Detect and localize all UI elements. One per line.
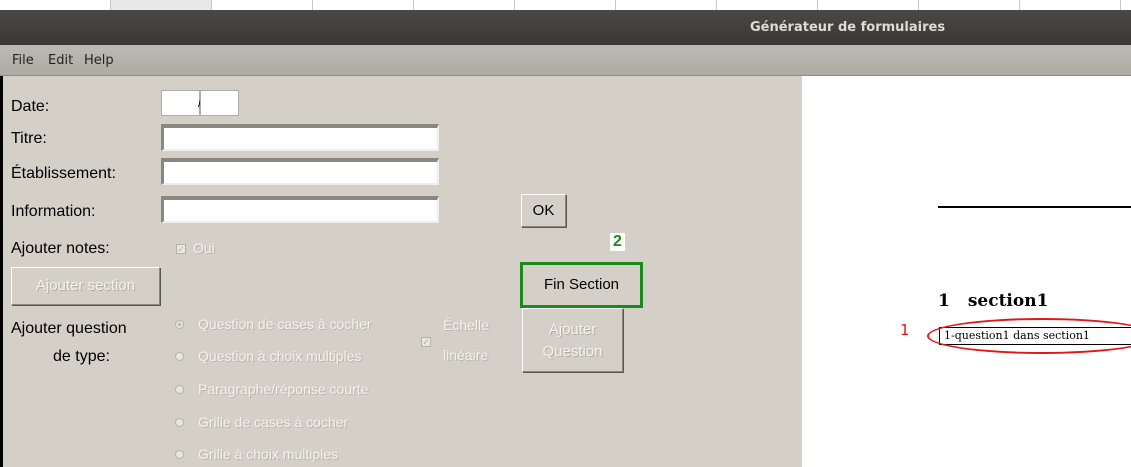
ajouter-question-label: Ajouter question — [11, 320, 127, 337]
radio-grille-choix[interactable] — [175, 450, 184, 459]
tab-slot[interactable] — [515, 0, 616, 10]
etablissement-label: Établissement: — [11, 165, 116, 182]
option-paragraphe: Paragraphe/réponse courte — [198, 381, 369, 397]
option-grille-cases: Grille de cases à cocher — [198, 414, 349, 430]
information-label: Information: — [11, 203, 96, 220]
date-label: Date: — [11, 98, 50, 115]
tab-slot[interactable] — [919, 0, 1020, 10]
tab-slot[interactable] — [818, 0, 919, 10]
radio-grille-cases[interactable] — [175, 418, 184, 427]
annotation-marker-2: 2 — [610, 233, 625, 251]
date-month-field[interactable] — [200, 90, 239, 116]
tab-slot[interactable] — [616, 0, 717, 10]
radio-paragraphe[interactable] — [175, 385, 184, 394]
form-panel: Date: / Titre: Établissement: Informatio… — [0, 76, 802, 467]
tab-slot[interactable] — [414, 0, 515, 10]
titre-label: Titre: — [11, 130, 47, 147]
oui-label: Oui — [193, 240, 215, 256]
ajouter-question-button[interactable]: Ajouter Question — [522, 308, 623, 372]
tab-slot[interactable] — [212, 0, 313, 10]
section-title: section1 — [967, 291, 1049, 311]
annotation-marker-1: 1 — [900, 321, 910, 339]
ok-button[interactable]: OK — [521, 194, 566, 227]
window-titlebar[interactable]: Générateur de formulaires — [0, 10, 1131, 45]
annotation-ellipse — [927, 318, 1131, 354]
ajouter-question-label-line2: de type: — [53, 348, 110, 365]
menu-bar: File Edit Help — [0, 45, 1131, 76]
titre-field[interactable] — [161, 124, 439, 151]
option-grille-choix: Grille à choix multiples — [198, 446, 339, 462]
window-title: Générateur de formulaires — [750, 20, 946, 35]
ajouter-section-button[interactable]: Ajouter section — [11, 267, 160, 305]
section-number: 1 — [938, 291, 950, 311]
fin-section-button[interactable]: Fin Section — [520, 262, 643, 308]
radio-cases-a-cocher[interactable] — [175, 320, 184, 329]
etablissement-field[interactable] — [161, 158, 439, 185]
preview-rule — [938, 206, 1131, 208]
ajouter-notes-label: Ajouter notes: — [11, 240, 110, 257]
radio-choix-multiples[interactable] — [175, 352, 184, 361]
ajouter-question-button-line2: Question — [542, 343, 603, 360]
menu-file[interactable]: File — [12, 53, 34, 68]
option-choix-multiples: Question à choix multiples — [198, 348, 362, 364]
echelle-label: Échelle — [443, 317, 489, 333]
echelle-label-line2: linéaire — [443, 347, 489, 363]
menu-help[interactable]: Help — [84, 53, 114, 68]
tab-slot[interactable] — [10, 0, 111, 10]
preview-panel: 1 section1 1-question1 dans section1 1 — [802, 76, 1131, 467]
tab-slot[interactable] — [313, 0, 414, 10]
browser-tab-strip — [0, 0, 1131, 10]
tab-slot-active[interactable] — [111, 0, 212, 10]
preview-section-heading: 1 section1 — [938, 291, 1048, 311]
echelle-checkbox[interactable]: ✓ — [421, 337, 431, 347]
information-field[interactable] — [161, 196, 439, 223]
tab-slot[interactable] — [717, 0, 818, 10]
menu-edit[interactable]: Edit — [48, 53, 73, 68]
ajouter-question-button-line1: Ajouter — [548, 321, 597, 338]
oui-checkbox[interactable]: ✓ — [176, 244, 186, 254]
tab-slot[interactable] — [1020, 0, 1121, 10]
date-day-field[interactable] — [161, 90, 200, 116]
option-cases-a-cocher: Question de cases à cocher — [198, 316, 372, 332]
